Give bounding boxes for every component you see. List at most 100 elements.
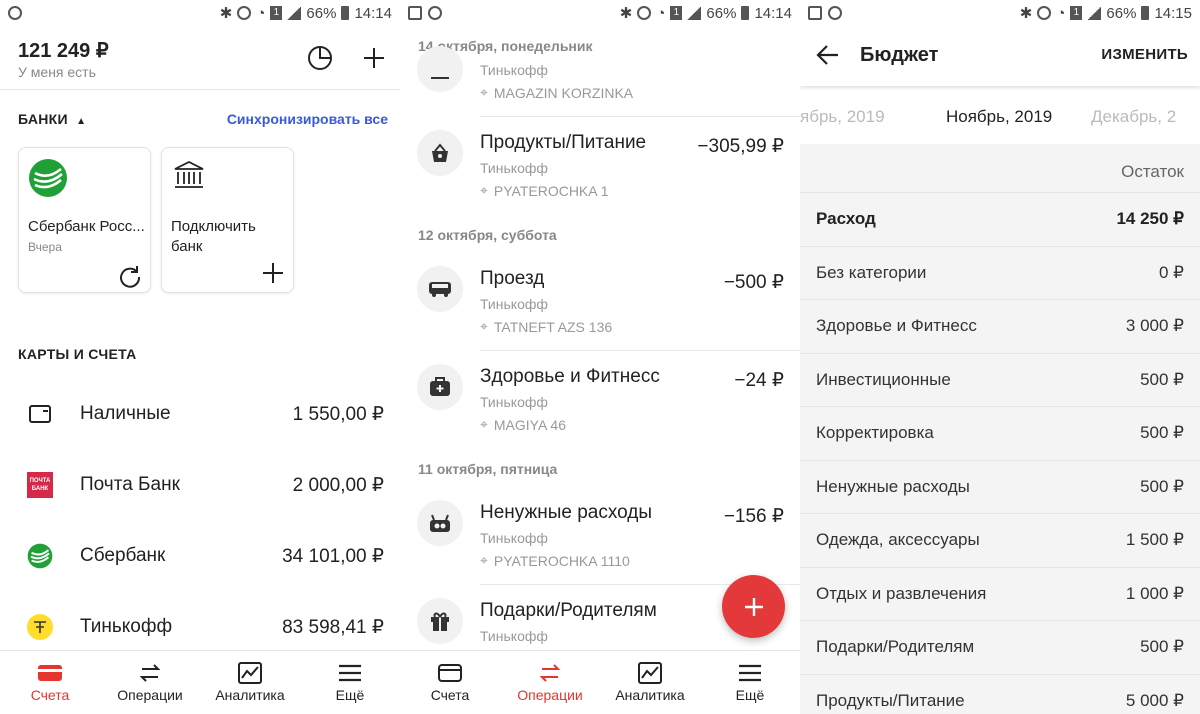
budget-row[interactable]: Подарки/Родителям 500 ₽ (800, 620, 1200, 673)
budget-row[interactable]: Одежда, аксессуары 1 500 ₽ (800, 513, 1200, 566)
divider (480, 116, 800, 117)
signal-icon (287, 6, 302, 20)
card-icon (437, 663, 463, 683)
operation-bank: Тинькофф (480, 296, 548, 312)
transfer-icon (137, 663, 163, 683)
accounts-screen: ✱ ◔ 1 66% 14:14 121 249 ₽ У меня есть БА… (0, 0, 400, 714)
basket-icon (417, 130, 463, 176)
nav-label: Ещё (335, 686, 365, 703)
sync-all-link[interactable]: Синхронизировать все (227, 111, 388, 127)
plus-icon (263, 263, 283, 283)
battery-icon (741, 6, 750, 20)
pochta-bank-logo: ПОЧТА БАНК (26, 471, 54, 499)
budget-row-name: Отдых и развлечения (816, 584, 987, 603)
banks-section-title[interactable]: БАНКИ ▲ (18, 111, 86, 127)
refresh-icon[interactable] (118, 264, 142, 288)
nav-analytics[interactable]: Аналитика (200, 651, 300, 714)
bank-building-icon (174, 160, 204, 188)
budget-row-amount: 500 ₽ (1140, 370, 1184, 389)
connect-bank-card[interactable]: Подключить банк (161, 147, 294, 293)
operation-place: ⌖ TATNEFT AZS 136 (480, 318, 612, 335)
location-pin-icon: ⌖ (480, 416, 488, 432)
budget-row[interactable]: Корректировка 500 ₽ (800, 406, 1200, 459)
budget-row[interactable]: Отдых и развлечения 1 000 ₽ (800, 567, 1200, 620)
bluetooth-icon: ✱ (1019, 5, 1033, 22)
nav-more[interactable]: Ещё (300, 651, 400, 714)
account-row-cash[interactable]: Наличные 1 550,00 ₽ (0, 384, 400, 444)
nav-accounts[interactable]: Счета (0, 651, 100, 714)
month-prev[interactable]: ябрь, 2019 (800, 107, 885, 127)
budget-row-amount: 5 000 ₽ (1125, 691, 1184, 710)
connect-bank-label: Подключить банк (171, 218, 256, 255)
tinkoff-logo (26, 613, 54, 641)
battery-percent: 66% (1106, 4, 1137, 22)
operation-place: ⌖ MAGAZIN KORZINKA (480, 84, 633, 101)
nav-more[interactable]: Ещё (700, 651, 800, 714)
budget-row-name: Одежда, аксессуары (816, 530, 980, 549)
operation-place: ⌖ MAGIYA 46 (480, 416, 566, 433)
wifi-icon: ◔ (256, 4, 266, 22)
nav-label: Счета (30, 686, 70, 703)
month-next[interactable]: Декабрь, 2 (1091, 107, 1176, 127)
misc-icon (417, 500, 463, 546)
nav-label: Счета (430, 686, 470, 703)
date-header: 11 октября, пятница (418, 461, 558, 477)
month-current[interactable]: Ноябрь, 2019 (946, 107, 1052, 127)
wallet-icon (26, 400, 54, 428)
account-amount: 1 550,00 ₽ (292, 403, 384, 425)
nav-analytics[interactable]: Аналитика (600, 651, 700, 714)
operation-bank: Тинькофф (480, 394, 548, 410)
nav-operations[interactable]: Операции (500, 651, 600, 714)
budget-list: Остаток Расход 14 250 ₽ Без категории 0 ₽… (800, 144, 1200, 714)
bank-card-name: Сбербанк Росс... (28, 218, 145, 235)
pie-chart-icon (308, 46, 332, 70)
budget-row[interactable]: Ненужные расходы 500 ₽ (800, 460, 1200, 513)
app-bar: Бюджет ИЗМЕНИТЬ (800, 26, 1200, 86)
nav-operations[interactable]: Операции (100, 651, 200, 714)
add-button[interactable] (358, 42, 390, 74)
budget-total-row[interactable]: Расход 14 250 ₽ (800, 192, 1200, 245)
account-row-pochta[interactable]: ПОЧТА БАНК Почта Банк 2 000,00 ₽ (0, 455, 400, 515)
budget-row-name: Без категории (816, 263, 927, 282)
budget-row[interactable]: Здоровье и Фитнесс 3 000 ₽ (800, 299, 1200, 352)
account-row-tinkoff[interactable]: Тинькофф 83 598,41 ₽ (0, 597, 400, 657)
operation-amount: −500 ₽ (723, 272, 784, 293)
budget-row[interactable]: Инвестиционные 500 ₽ (800, 353, 1200, 406)
account-name: Почта Банк (80, 474, 180, 495)
operation-category: Продукты/Питание (480, 132, 647, 153)
budget-row[interactable]: Продукты/Питание 5 000 ₽ (800, 674, 1200, 714)
budget-row[interactable]: Без категории 0 ₽ (800, 246, 1200, 299)
bank-card-sync-time: Вчера (28, 240, 62, 254)
image-icon (808, 6, 822, 20)
account-row-sberbank[interactable]: Сбербанк 34 101,00 ₽ (0, 526, 400, 586)
back-arrow-icon[interactable] (816, 44, 840, 66)
budget-row-amount: 14 250 ₽ (1116, 209, 1184, 228)
card-icon (37, 663, 63, 683)
operation-amount: −305,99 ₽ (697, 136, 784, 157)
balance-label: У меня есть (18, 64, 96, 80)
alarm-icon (237, 6, 252, 20)
account-name: Наличные (80, 403, 171, 424)
bluetooth-icon: ✱ (219, 5, 233, 22)
gift-icon (417, 598, 463, 644)
battery-percent: 66% (706, 4, 737, 22)
budget-screen: ✱ ◔ 1 66% 14:15 Бюджет ИЗМЕНИТЬ ябрь, 20… (800, 0, 1200, 714)
budget-row-name: Расход (816, 209, 876, 228)
budget-row-name: Инвестиционные (816, 370, 951, 389)
nav-accounts[interactable]: Счета (400, 651, 500, 714)
sberbank-logo (26, 542, 54, 570)
bottom-nav: Счета Операции Аналитика Ещё (400, 650, 800, 714)
category-icon (417, 46, 463, 92)
total-balance: 121 249 ₽ (18, 40, 109, 62)
account-name: Сбербанк (80, 545, 166, 566)
chart-icon (637, 661, 663, 684)
place-label: MAGAZIN KORZINKA (493, 84, 634, 101)
bank-card-sberbank[interactable]: Сбербанк Росс... Вчера (18, 147, 151, 293)
operation-amount: −156 ₽ (723, 506, 784, 527)
edit-button[interactable]: ИЗМЕНИТЬ (1101, 46, 1188, 63)
operation-category: Подарки/Родителям (480, 600, 657, 621)
chart-icon (237, 661, 263, 684)
budget-row-name: Подарки/Родителям (816, 637, 975, 656)
pie-chart-button[interactable] (304, 42, 336, 74)
add-operation-fab[interactable] (722, 575, 785, 638)
